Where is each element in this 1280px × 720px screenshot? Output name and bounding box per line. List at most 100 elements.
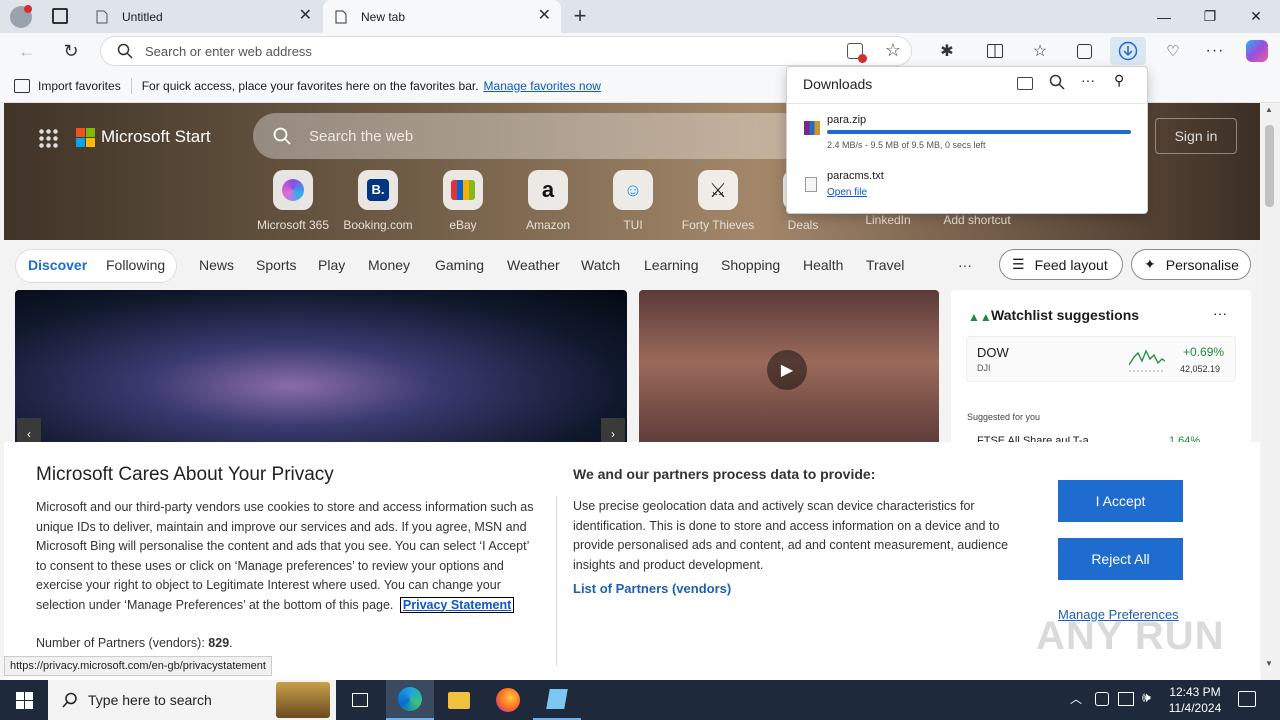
personalise-button[interactable]: ✦ Personalise (1131, 249, 1251, 280)
tab-learning[interactable]: Learning (644, 257, 699, 273)
tab-sports[interactable]: Sports (256, 257, 296, 273)
notifications-icon[interactable] (1238, 691, 1256, 707)
tab-title: New tab (361, 9, 406, 24)
downloads-more-icon[interactable]: ··· (1081, 72, 1095, 88)
shortcut-label: Deals (787, 218, 819, 232)
web-search-box[interactable]: Search the web (253, 113, 813, 159)
tray-app-icon[interactable] (1095, 692, 1109, 706)
tab-watch[interactable]: Watch (581, 257, 620, 273)
settings-more-icon[interactable]: ··· (1200, 37, 1230, 65)
video-card-image[interactable]: ▶ (639, 290, 939, 450)
scroll-up-arrow[interactable]: ▲ (1265, 105, 1273, 114)
edge-taskbar-icon[interactable] (386, 680, 434, 720)
ebay-icon (443, 170, 483, 210)
tab-money[interactable]: Money (368, 257, 410, 273)
download-item[interactable]: para.zip 2.4 MB/s - 9.5 MB of 9.5 MB, 0 … (787, 107, 1147, 157)
stock-name: DOW (977, 345, 1009, 360)
import-favorites-icon (14, 78, 30, 93)
apps-launcher-icon[interactable] (38, 128, 58, 148)
shortcut-booking[interactable]: B. Booking.com (338, 170, 418, 232)
tab-gaming[interactable]: Gaming (435, 257, 484, 273)
list-of-partners-link[interactable]: List of Partners (vendors) (573, 581, 731, 596)
taskbar-search-box[interactable]: Type here to search (48, 680, 336, 720)
extensions-icon[interactable]: ✱ (932, 37, 962, 65)
sign-in-button[interactable]: Sign in (1155, 118, 1237, 154)
tab-untitled[interactable]: Untitled ✕ (84, 0, 322, 33)
reject-all-button[interactable]: Reject All (1058, 538, 1183, 580)
scroll-down-arrow[interactable]: ▼ (1265, 659, 1273, 668)
privacy-body: Microsoft and our third-party vendors us… (36, 498, 541, 615)
refresh-button[interactable]: ↻ (56, 37, 86, 65)
watchlist-more-button[interactable]: ··· (1213, 305, 1227, 321)
data-processing-heading: We and our partners process data to prov… (573, 466, 876, 482)
feed-layout-button[interactable]: ☰ Feed layout (999, 249, 1123, 280)
file-explorer-icon[interactable] (435, 680, 483, 720)
split-screen-icon[interactable] (980, 37, 1010, 65)
tab-play[interactable]: Play (318, 257, 345, 273)
scroll-thumb[interactable] (1265, 125, 1274, 207)
clock[interactable]: 12:43 PM 11/4/2024 (1165, 684, 1225, 716)
address-placeholder: Search or enter web address (145, 43, 312, 59)
featured-article-image[interactable]: ‹ › (15, 290, 627, 450)
downloads-icon[interactable] (1110, 37, 1146, 65)
task-view-icon[interactable] (336, 680, 384, 720)
shortcut-ebay[interactable]: eBay (423, 170, 503, 232)
partners-count-label: Number of Partners (vendors): (36, 636, 205, 650)
more-tabs-button[interactable]: ··· (958, 257, 972, 273)
open-file-link[interactable]: Open file (827, 187, 867, 198)
tab-weather[interactable]: Weather (507, 257, 560, 273)
tab-following[interactable]: Following (106, 257, 165, 273)
tracking-blocked-icon[interactable] (847, 43, 867, 63)
copilot-icon[interactable] (1242, 37, 1272, 65)
shortcut-amazon[interactable]: a Amazon (508, 170, 588, 232)
tab-health[interactable]: Health (803, 257, 843, 273)
manage-favorites-link[interactable]: Manage favorites now (484, 79, 601, 93)
favorite-star-icon[interactable]: ☆ (885, 40, 901, 61)
shortcut-microsoft-365[interactable]: Microsoft 365 (253, 170, 333, 232)
tab-discover[interactable]: Discover (28, 257, 87, 273)
close-tab-icon[interactable]: ✕ (538, 8, 551, 24)
tab-new-tab[interactable]: New tab ✕ (323, 0, 561, 33)
pin-icon[interactable]: ⚲ (1114, 72, 1124, 89)
address-bar[interactable]: Search or enter web address ☆ (100, 36, 912, 66)
back-button[interactable]: ← (12, 37, 42, 65)
minimize-button[interactable]: — (1141, 0, 1187, 33)
accept-button[interactable]: I Accept (1058, 480, 1183, 522)
import-favorites-button[interactable]: Import favorites (38, 79, 121, 93)
favorites-icon[interactable]: ☆ (1025, 37, 1055, 65)
microsoft-logo (76, 128, 95, 147)
shortcut-forty-thieves[interactable]: ⚔ Forty Thieves (678, 170, 758, 232)
collections-icon[interactable] (1069, 37, 1099, 65)
start-button[interactable] (0, 680, 48, 720)
clock-date: 11/4/2024 (1168, 701, 1222, 715)
feed-category-bar: Discover Following News Sports Play Mone… (0, 243, 1262, 285)
add-shortcut-button[interactable]: Add shortcut (933, 213, 1021, 227)
close-tab-icon[interactable]: ✕ (299, 8, 312, 24)
tab-shopping[interactable]: Shopping (721, 257, 780, 273)
notepad-icon[interactable] (533, 680, 581, 720)
open-folder-icon[interactable] (1017, 77, 1033, 90)
tab-strip: Untitled ✕ New tab ✕ + — ❐ ✕ (0, 0, 1280, 33)
privacy-divider (556, 496, 557, 666)
privacy-statement-link[interactable]: Privacy Statement (399, 596, 515, 613)
shortcut-tui[interactable]: ☺ TUI (593, 170, 673, 232)
tab-news[interactable]: News (199, 257, 234, 273)
profile-icon[interactable] (10, 5, 32, 28)
shortcut-linkedin[interactable]: LinkedIn (848, 213, 928, 227)
new-tab-button[interactable]: + (569, 3, 591, 29)
firefox-icon[interactable] (484, 680, 532, 720)
search-downloads-icon[interactable] (1049, 74, 1065, 93)
clock-time: 12:43 PM (1169, 685, 1221, 699)
play-icon[interactable]: ▶ (767, 350, 807, 390)
tab-travel[interactable]: Travel (866, 257, 904, 273)
tab-actions-icon[interactable] (52, 8, 68, 24)
page-scrollbar[interactable]: ▲ ▼ (1262, 103, 1280, 680)
watchlist-item[interactable]: DOW DJI +0.69% 42,052.19 (966, 336, 1236, 382)
download-item[interactable]: paracms.txt Open file (787, 163, 1147, 207)
network-icon[interactable] (1118, 692, 1134, 706)
close-window-button[interactable]: ✕ (1233, 0, 1279, 33)
volume-icon[interactable]: 🕪 (1142, 689, 1151, 706)
browser-essentials-icon[interactable]: ♡ (1158, 37, 1188, 65)
restore-button[interactable]: ❐ (1187, 0, 1233, 33)
show-hidden-icons[interactable]: ︿ (1070, 690, 1082, 707)
